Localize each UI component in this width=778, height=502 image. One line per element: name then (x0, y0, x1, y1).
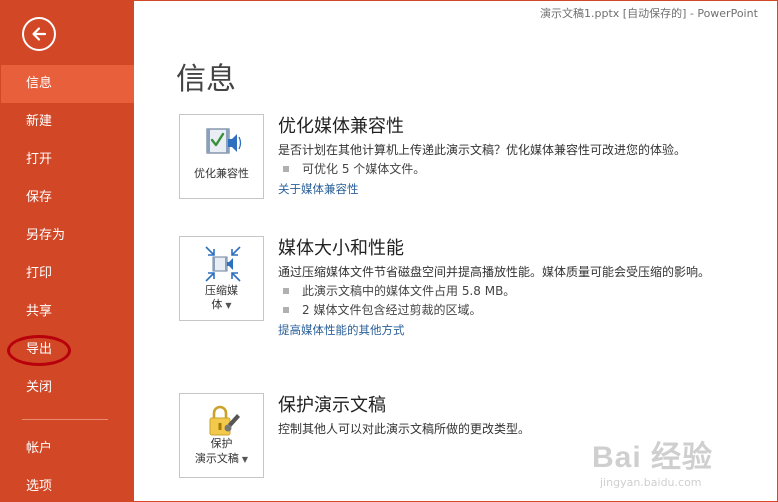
section-description: 控制其他人可以对此演示文稿所做的更改类型。 (278, 422, 531, 436)
sidebar-bottom-nav: 帐户 选项 (0, 430, 134, 502)
protect-presentation-button[interactable]: 保护 演示文稿 ▼ (179, 393, 264, 478)
page-title: 信息 (176, 62, 236, 97)
section-description: 通过压缩媒体文件节省磁盘空间并提高播放性能。媒体质量可能会受压缩的影响。 (278, 265, 711, 279)
section-title: 优化媒体兼容性 (278, 116, 404, 137)
back-button[interactable] (22, 17, 56, 51)
section-bullet: 2 媒体文件包含经过剪裁的区域。 (278, 302, 768, 318)
section-media-size: 压缩媒 体 ▼ 媒体大小和性能 通过压缩媒体文件节省磁盘空间并提高播放性能。媒体质… (179, 236, 769, 356)
sidebar-item-print[interactable]: 打印 (0, 255, 134, 293)
sidebar-item-options[interactable]: 选项 (0, 468, 134, 502)
section-description: 是否计划在其他计算机上传递此演示文稿？优化媒体兼容性可改进您的体验。 (278, 143, 687, 157)
dropdown-caret-icon: ▼ (225, 300, 232, 310)
compress-media-label-text: 体 (211, 298, 223, 311)
section-protect-presentation: 保护 演示文稿 ▼ 保护演示文稿 控制其他人可以对此演示文稿所做的更改类型。 (179, 393, 769, 493)
back-arrow-icon (32, 27, 47, 41)
sidebar-item-save-as[interactable]: 另存为 (0, 217, 134, 255)
protect-presentation-label-text: 演示文稿 (194, 452, 239, 465)
compress-media-label-line2: 体 ▼ (182, 297, 261, 313)
backstage-sidebar: 信息 新建 打开 保存 另存为 打印 共享 导出 关闭 帐户 选项 (0, 0, 134, 502)
sidebar-item-account[interactable]: 帐户 (0, 430, 134, 468)
protect-presentation-icon (209, 405, 240, 436)
sidebar-item-share[interactable]: 共享 (0, 293, 134, 331)
media-compatibility-icon (206, 128, 242, 154)
section-title: 保护演示文稿 (278, 395, 386, 416)
sidebar-item-close[interactable]: 关闭 (0, 369, 134, 407)
section-bullet: 可优化 5 个媒体文件。 (278, 161, 768, 177)
sidebar-divider (22, 419, 108, 420)
section-protect-presentation-body: 保护演示文稿 控制其他人可以对此演示文稿所做的更改类型。 (278, 393, 768, 437)
section-media-compatibility-body: 优化媒体兼容性 是否计划在其他计算机上传递此演示文稿？优化媒体兼容性可改进您的体… (278, 114, 768, 197)
sidebar-item-export[interactable]: 导出 (0, 331, 134, 369)
sidebar-nav: 信息 新建 打开 保存 另存为 打印 共享 导出 关闭 (0, 65, 134, 407)
protect-presentation-label-line2: 演示文稿 ▼ (182, 451, 261, 467)
section-media-size-body: 媒体大小和性能 通过压缩媒体文件节省磁盘空间并提高播放性能。媒体质量可能会受压缩… (278, 236, 768, 338)
sidebar-item-save[interactable]: 保存 (0, 179, 134, 217)
compress-media-button[interactable]: 压缩媒 体 ▼ (179, 236, 264, 321)
sidebar-item-export-label: 导出 (26, 342, 53, 357)
sidebar-item-info[interactable]: 信息 (0, 65, 134, 103)
section-bullet: 此演示文稿中的媒体文件占用 5.8 MB。 (278, 283, 768, 299)
sidebar-item-open[interactable]: 打开 (0, 141, 134, 179)
dropdown-caret-icon: ▼ (241, 454, 249, 464)
improve-media-performance-link[interactable]: 提高媒体性能的其他方式 (278, 322, 768, 338)
sidebar-item-new[interactable]: 新建 (0, 103, 134, 141)
compress-media-label-line1: 压缩媒 (205, 284, 238, 297)
optimize-compatibility-button[interactable]: 优化兼容性 (179, 114, 264, 199)
section-media-compatibility: 优化兼容性 优化媒体兼容性 是否计划在其他计算机上传递此演示文稿？优化媒体兼容性… (179, 114, 769, 214)
section-title: 媒体大小和性能 (278, 238, 404, 259)
window-title: 演示文稿1.pptx [自动保存的] - PowerPoint (540, 7, 758, 20)
compress-media-icon (205, 246, 241, 282)
optimize-compatibility-label: 优化兼容性 (194, 167, 249, 180)
about-media-compatibility-link[interactable]: 关于媒体兼容性 (278, 181, 768, 197)
protect-presentation-label-line1: 保护 (210, 437, 233, 450)
